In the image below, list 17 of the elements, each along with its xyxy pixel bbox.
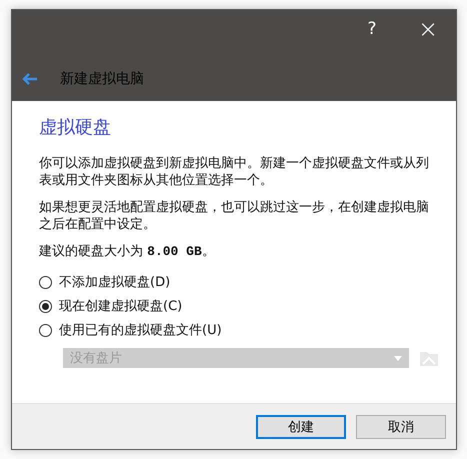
radio-option[interactable]: 不添加虚拟硬盘(D) <box>39 270 456 294</box>
window-title: 新建虚拟电脑 <box>60 70 144 88</box>
dialog-button[interactable]: 创建 <box>256 414 346 438</box>
page-heading: 虚拟硬盘 <box>39 116 112 139</box>
radio-button[interactable] <box>39 300 52 312</box>
description-text: 如果想更灵活地配置虚拟硬盘，也可以跳过这一步，在创建虚拟电脑之后在配置中设定。 <box>39 199 429 233</box>
caret-icon <box>394 356 402 360</box>
radio-option[interactable]: 使用已有的虚拟硬盘文件(U) <box>39 318 456 342</box>
dialog-button[interactable]: 取消 <box>356 414 446 438</box>
radio-option[interactable]: 现在创建虚拟硬盘(C) <box>39 294 456 318</box>
back-arrow-icon[interactable] <box>22 73 38 85</box>
radio-button[interactable] <box>39 324 52 336</box>
close-button[interactable]: × <box>400 10 456 48</box>
help-button[interactable]: ? <box>344 10 400 48</box>
description-text: 你可以添加虚拟硬盘到新虚拟电脑中。新建一个虚拟硬盘文件或从列表或用文件夹图标从其他位置选择一个。 <box>39 155 429 189</box>
radio-button[interactable] <box>39 276 52 288</box>
description-text: 建议的硬盘大小为 8.00 GB。 <box>39 243 216 260</box>
